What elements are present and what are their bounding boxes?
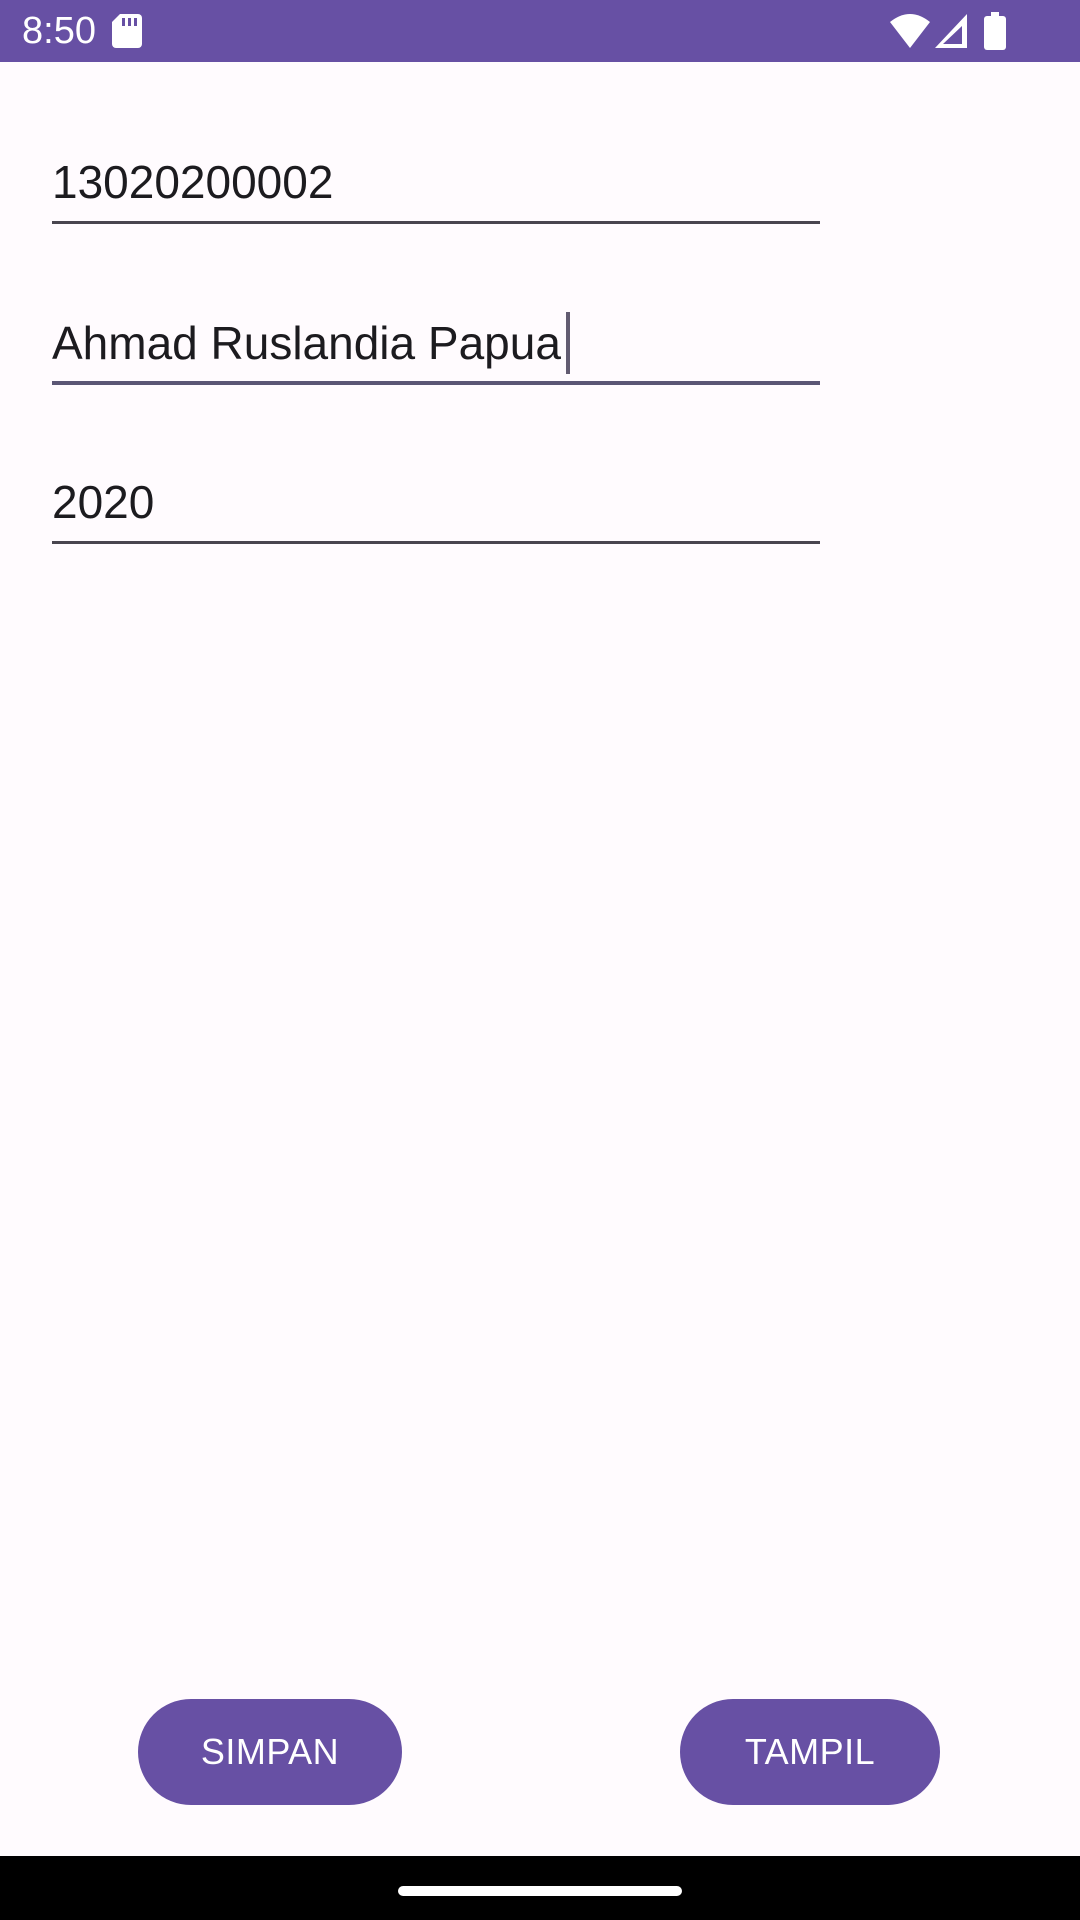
text-cursor — [566, 312, 570, 374]
status-time: 8:50 — [22, 10, 96, 52]
nim-input[interactable] — [52, 144, 820, 220]
name-field[interactable] — [52, 305, 820, 385]
sd-card-icon — [112, 14, 142, 48]
year-field-underline — [52, 541, 820, 544]
year-field[interactable] — [52, 464, 820, 544]
battery-icon — [984, 12, 1006, 50]
nim-field-underline — [52, 221, 820, 224]
status-bar: 8:50 — [0, 0, 1080, 62]
app-screen: 8:50 SIMPAN TAMPIL — [0, 0, 1080, 1920]
year-input[interactable] — [52, 464, 820, 540]
nim-field[interactable] — [52, 144, 820, 224]
signal-icon — [935, 14, 967, 48]
name-field-underline — [52, 381, 820, 385]
wifi-icon — [890, 14, 930, 48]
save-button[interactable]: SIMPAN — [138, 1699, 402, 1805]
home-gesture-handle[interactable] — [398, 1886, 682, 1896]
name-input[interactable] — [52, 305, 820, 381]
navigation-bar — [0, 1856, 1080, 1920]
show-button[interactable]: TAMPIL — [680, 1699, 940, 1805]
